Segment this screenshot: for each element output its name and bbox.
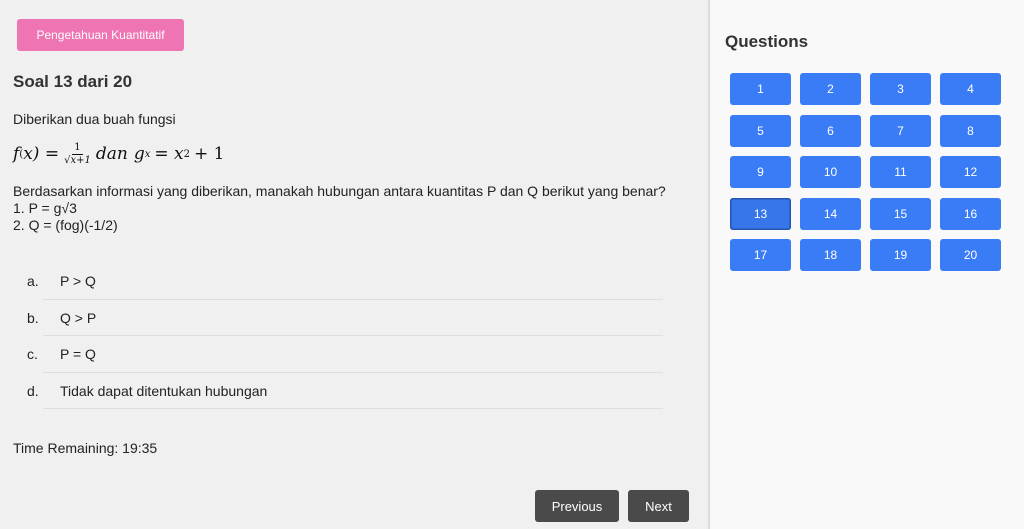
option-letter: b. — [27, 309, 39, 326]
option-letter: d. — [27, 382, 39, 399]
formula-g-name: g — [133, 144, 145, 164]
question-button-12[interactable]: 12 — [940, 156, 1001, 188]
answer-option-b[interactable]: b. Q > P — [27, 300, 663, 337]
answer-option-c[interactable]: c. P = Q — [27, 336, 663, 373]
fraction-numerator: 1 — [72, 141, 83, 155]
math-formula: f ( x) = 1 √x+1 dan g x = x 2 + 1 — [13, 140, 224, 168]
fraction-denominator: √x+1 — [64, 154, 91, 166]
question-button-19[interactable]: 19 — [870, 239, 931, 271]
question-button-8[interactable]: 8 — [940, 114, 1001, 147]
option-text: Tidak dapat ditentukan hubungan — [60, 382, 268, 399]
question-button-7[interactable]: 7 — [870, 114, 931, 147]
question-button-4[interactable]: 4 — [940, 73, 1001, 105]
question-button-13[interactable]: 13 — [730, 197, 791, 230]
statement-line: 1. P = g√3 — [13, 200, 77, 216]
question-button-18[interactable]: 18 — [800, 239, 861, 271]
question-button-5[interactable]: 5 — [730, 114, 791, 147]
formula-g-sup: 2 — [183, 148, 190, 160]
question-button-2[interactable]: 2 — [800, 73, 861, 105]
option-text: P > Q — [60, 273, 96, 290]
question-button-17[interactable]: 17 — [730, 239, 791, 271]
question-button-10[interactable]: 10 — [800, 156, 861, 188]
question-title: Soal 13 dari 20 — [13, 72, 133, 91]
time-remaining: Time Remaining: 19:35 — [13, 440, 158, 456]
question-statement: Berdasarkan informasi yang diberikan, ma… — [13, 183, 666, 234]
answer-option-d[interactable]: d. Tidak dapat ditentukan hubungan — [27, 373, 663, 410]
formula-g-eq: = x — [154, 144, 184, 164]
question-navigator: Questions 1 2 3 4 5 6 7 8 9 10 11 12 13 14 15 16 17 18 19 2… — [708, 0, 1024, 529]
option-letter: a. — [27, 273, 39, 290]
option-text: P = Q — [60, 346, 96, 363]
question-button-14[interactable]: 14 — [800, 197, 861, 230]
question-panel: Pengetahuan Kuantitatif Soal 13 dari 20 … — [0, 0, 708, 529]
question-button-20[interactable]: 20 — [940, 239, 1001, 271]
question-intro: Diberikan dua buah fungsi — [13, 111, 176, 127]
next-button[interactable]: Next — [628, 490, 689, 522]
option-letter: c. — [27, 346, 38, 363]
question-button-3[interactable]: 3 — [870, 73, 931, 105]
question-button-15[interactable]: 15 — [870, 197, 931, 230]
formula-fraction: 1 √x+1 — [64, 141, 91, 166]
statement-line: Berdasarkan informasi yang diberikan, ma… — [13, 183, 666, 199]
previous-button[interactable]: Previous — [535, 490, 619, 522]
question-button-6[interactable]: 6 — [800, 114, 861, 147]
answer-option-a[interactable]: a. P > Q — [27, 263, 663, 300]
option-text: Q > P — [60, 309, 97, 326]
category-badge[interactable]: Pengetahuan Kuantitatif — [17, 19, 184, 51]
formula-g-tail: + 1 — [193, 144, 225, 164]
question-grid: 1 2 3 4 5 6 7 8 9 10 11 12 13 14 15 16 17 18 19 20 — [730, 73, 1001, 271]
question-button-1[interactable]: 1 — [730, 73, 791, 105]
question-button-11[interactable]: 11 — [870, 156, 931, 188]
formula-conjunction: dan — [95, 144, 128, 164]
statement-line: 2. Q = (fog)(-1/2) — [13, 217, 118, 233]
formula-f-arg: x) = — [23, 144, 60, 164]
navigator-title: Questions — [725, 32, 809, 51]
answer-options: a. P > Q b. Q > P c. P = Q d. Tidak dapa… — [27, 263, 663, 409]
formula-g-sub: x — [144, 148, 151, 160]
question-button-16[interactable]: 16 — [940, 197, 1001, 230]
question-button-9[interactable]: 9 — [730, 156, 791, 188]
